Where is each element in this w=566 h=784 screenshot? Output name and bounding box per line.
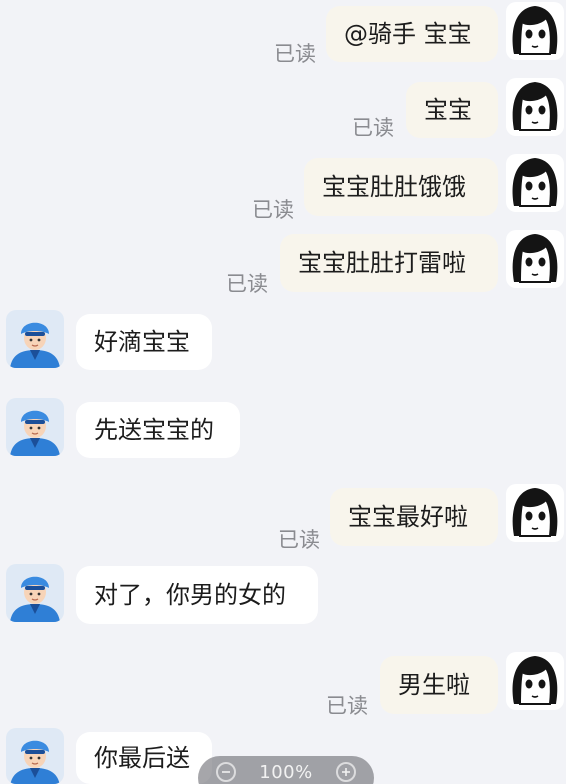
- message-text: @骑手 宝宝: [344, 20, 472, 48]
- read-receipt: 已读: [226, 272, 268, 296]
- message-text: 先送宝宝的: [94, 416, 214, 444]
- message-bubble-mine[interactable]: 男生啦: [380, 656, 498, 714]
- rider-avatar[interactable]: [6, 728, 64, 784]
- read-receipt: 已读: [326, 694, 368, 718]
- zoom-in-icon[interactable]: [336, 762, 356, 782]
- message-bubble-mine[interactable]: 宝宝肚肚饿饿: [304, 158, 498, 216]
- message-text: 宝宝肚肚打雷啦: [298, 249, 466, 277]
- message-text: 宝宝最好啦: [348, 503, 468, 531]
- read-receipt: 已读: [278, 528, 320, 552]
- my-avatar[interactable]: [506, 154, 564, 212]
- message-bubble-mine[interactable]: 宝宝: [406, 82, 498, 138]
- my-avatar[interactable]: [506, 78, 564, 136]
- message-bubble-mine[interactable]: @骑手 宝宝: [326, 6, 498, 62]
- read-receipt: 已读: [252, 198, 294, 222]
- message-bubble-rider[interactable]: 对了，你男的女的: [76, 566, 318, 624]
- message-text: 男生啦: [398, 671, 470, 699]
- message-text: 宝宝肚肚饿饿: [322, 173, 466, 201]
- chat-screen: 已读 @骑手 宝宝 已读 宝宝 已读 宝宝肚肚饿饿 已读 宝宝肚肚打雷啦 好滴宝…: [0, 0, 566, 784]
- my-avatar[interactable]: [506, 230, 564, 288]
- rider-avatar[interactable]: [6, 310, 64, 368]
- zoom-control: 100%: [198, 756, 374, 784]
- zoom-level: 100%: [259, 761, 313, 783]
- message-bubble-mine[interactable]: 宝宝肚肚打雷啦: [280, 234, 498, 292]
- my-avatar[interactable]: [506, 484, 564, 542]
- message-bubble-rider[interactable]: 你最后送: [76, 732, 212, 784]
- rider-avatar[interactable]: [6, 564, 64, 622]
- message-text: 对了，你男的女的: [94, 581, 286, 609]
- read-receipt: 已读: [274, 42, 316, 66]
- message-text: 宝宝: [424, 96, 472, 124]
- rider-avatar[interactable]: [6, 398, 64, 456]
- zoom-out-icon[interactable]: [216, 762, 236, 782]
- my-avatar[interactable]: [506, 652, 564, 710]
- read-receipt: 已读: [352, 116, 394, 140]
- message-text: 好滴宝宝: [94, 328, 190, 356]
- message-bubble-mine[interactable]: 宝宝最好啦: [330, 488, 498, 546]
- message-bubble-rider[interactable]: 先送宝宝的: [76, 402, 240, 458]
- my-avatar[interactable]: [506, 2, 564, 60]
- message-text: 你最后送: [94, 744, 190, 772]
- message-bubble-rider[interactable]: 好滴宝宝: [76, 314, 212, 370]
